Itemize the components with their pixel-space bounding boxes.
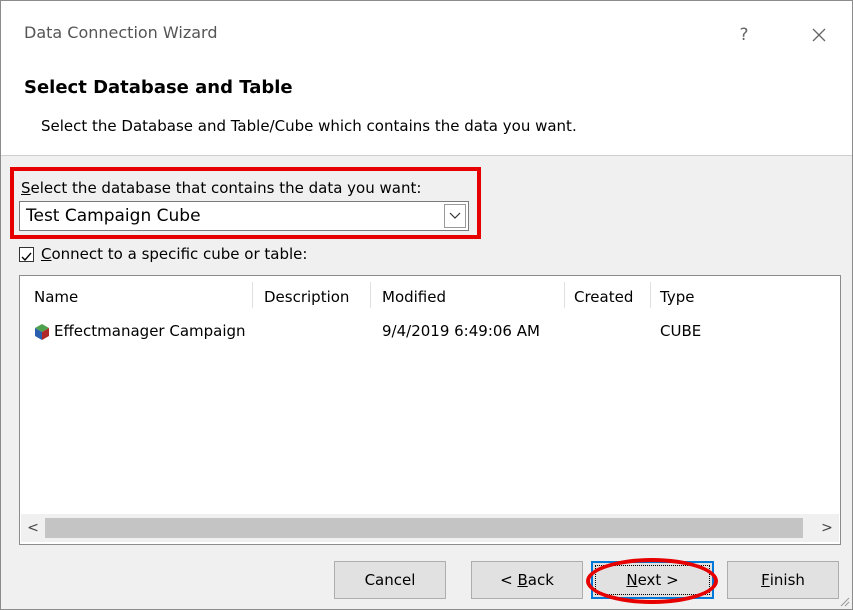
cancel-button[interactable]: Cancel (334, 561, 446, 599)
finish-button[interactable]: Finish (727, 561, 839, 599)
database-dropdown-button[interactable] (444, 204, 466, 228)
row-name: Effectmanager Campaign (54, 322, 246, 340)
specific-cube-label-text: onnect to a specific cube or table: (51, 245, 308, 263)
column-separator[interactable] (650, 282, 651, 308)
column-header-name[interactable]: Name (34, 288, 78, 306)
cube-table-list[interactable]: Name Description Modified Created Type E… (19, 275, 841, 545)
close-icon (812, 28, 826, 42)
back-button-prefix: < (500, 571, 518, 589)
scroll-right-button[interactable]: > (815, 514, 839, 542)
finish-button-text: inish (769, 571, 805, 589)
wizard-header: Select Database and Table Select the Dat… (1, 67, 852, 156)
column-header-type[interactable]: Type (660, 288, 694, 306)
back-button-text: ack (527, 571, 554, 589)
finish-button-accel: F (761, 571, 770, 589)
next-button[interactable]: Next > (591, 561, 714, 599)
database-select-value: Test Campaign Cube (26, 206, 201, 226)
back-button-accel: B (517, 571, 528, 589)
row-modified: 9/4/2019 6:49:06 AM (382, 322, 540, 340)
database-label-accel: S (21, 179, 31, 197)
database-label-text: elect the database that contains the dat… (30, 179, 422, 197)
page-title: Select Database and Table (24, 77, 293, 98)
back-button[interactable]: < Back (471, 561, 583, 599)
database-select[interactable]: Test Campaign Cube (19, 201, 469, 231)
scroll-thumb[interactable] (45, 518, 803, 538)
horizontal-scrollbar[interactable]: < > (21, 514, 839, 542)
checkmark-icon (21, 252, 32, 262)
specific-cube-checkbox[interactable] (19, 247, 34, 262)
resize-grip-icon[interactable] (838, 595, 850, 607)
scroll-left-button[interactable]: < (21, 514, 45, 542)
row-type: CUBE (660, 322, 702, 340)
table-row[interactable]: Effectmanager Campaign 9/4/2019 6:49:06 … (20, 320, 840, 346)
specific-cube-label: Connect to a specific cube or table: (41, 245, 307, 263)
page-description: Select the Database and Table/Cube which… (41, 117, 577, 135)
window-title: Data Connection Wizard (24, 23, 218, 42)
database-label: Select the database that contains the da… (21, 179, 421, 197)
column-separator[interactable] (252, 282, 253, 308)
chevron-down-icon (449, 212, 461, 219)
title-bar: Data Connection Wizard ? (1, 1, 852, 67)
close-button[interactable] (801, 17, 837, 53)
data-connection-wizard-dialog: Data Connection Wizard ? Select Database… (0, 0, 853, 610)
help-button[interactable]: ? (726, 17, 762, 53)
focus-rectangle (595, 565, 710, 595)
column-header-modified[interactable]: Modified (382, 288, 446, 306)
column-separator[interactable] (370, 282, 371, 308)
specific-cube-label-accel: C (41, 245, 52, 263)
column-header-description[interactable]: Description (264, 288, 349, 306)
column-separator[interactable] (564, 282, 565, 308)
column-header-created[interactable]: Created (574, 288, 633, 306)
cube-icon (35, 324, 49, 340)
